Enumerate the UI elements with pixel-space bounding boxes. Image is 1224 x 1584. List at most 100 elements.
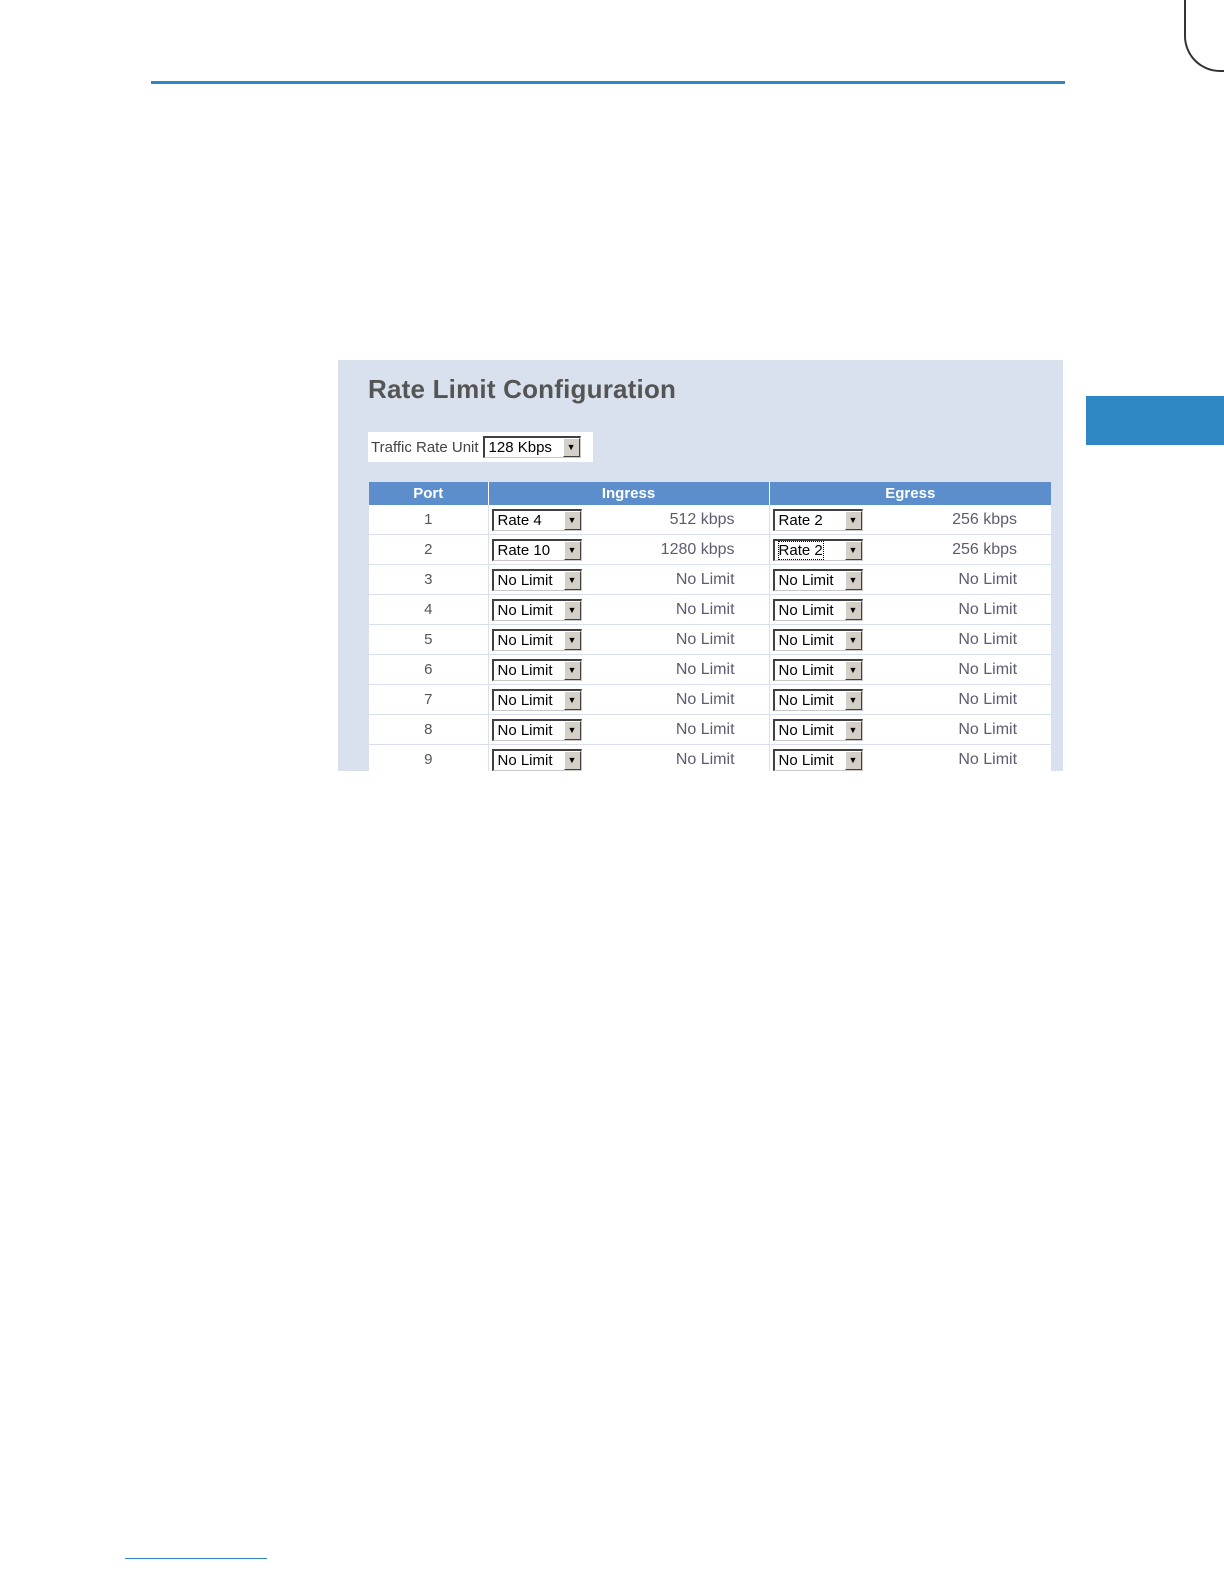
ingress-rate-value: No Limit <box>582 714 770 745</box>
egress-rate-value: No Limit <box>863 624 1052 655</box>
chevron-down-icon[interactable]: ▼ <box>844 750 862 770</box>
ingress-rate-select[interactable]: Rate 4 ▼ <box>491 508 582 531</box>
ingress-rate-value-text: No Limit <box>675 690 735 708</box>
footer-rule <box>125 1558 267 1559</box>
rate-limit-panel: Rate Limit Configuration Traffic Rate Un… <box>338 360 1063 771</box>
table-row: 3 No Limit ▼ No Limit No Limit ▼ No Limi… <box>369 564 1052 595</box>
traffic-rate-unit-value: 128 Kbps <box>488 439 552 456</box>
chevron-down-icon[interactable]: ▼ <box>844 600 862 620</box>
egress-rate-select-value: No Limit <box>775 691 845 710</box>
port-number: 1 <box>369 505 489 535</box>
ingress-column-header: Ingress <box>488 482 770 505</box>
ingress-rate-cell: No Limit ▼ <box>488 714 582 745</box>
egress-rate-select[interactable]: No Limit ▼ <box>772 658 863 681</box>
ingress-rate-select-text: No Limit <box>497 661 553 679</box>
egress-rate-select[interactable]: No Limit ▼ <box>772 688 863 711</box>
egress-rate-select[interactable]: No Limit ▼ <box>772 628 863 651</box>
chevron-down-icon[interactable]: ▼ <box>844 540 862 560</box>
egress-rate-value-text: No Limit <box>958 660 1018 678</box>
egress-rate-cell: No Limit ▼ <box>769 654 864 685</box>
egress-rate-select[interactable]: Rate 2 ▼ <box>772 538 863 561</box>
ingress-rate-select-value: Rate 10 <box>494 541 564 560</box>
port-number-text: 4 <box>424 601 433 618</box>
ingress-rate-cell: No Limit ▼ <box>488 684 582 715</box>
table-row: 1 Rate 4 ▼ 512 kbps Rate 2 ▼ 256 kbps <box>369 505 1052 535</box>
ingress-rate-select[interactable]: No Limit ▼ <box>491 718 582 741</box>
chevron-down-icon[interactable]: ▼ <box>844 570 862 590</box>
ingress-rate-select[interactable]: No Limit ▼ <box>491 688 582 711</box>
port-column-header: Port <box>369 482 489 505</box>
ingress-rate-select-value: No Limit <box>494 661 564 680</box>
egress-rate-select-value: No Limit <box>775 661 845 680</box>
ingress-rate-value-text: No Limit <box>675 570 735 588</box>
chevron-down-icon[interactable]: ▼ <box>844 720 862 740</box>
egress-rate-value-text: No Limit <box>958 600 1018 618</box>
chevron-down-icon[interactable]: ▼ <box>563 720 581 740</box>
chevron-down-icon[interactable]: ▼ <box>563 630 581 650</box>
ingress-rate-value: No Limit <box>582 594 770 625</box>
egress-rate-value: 256 kbps <box>863 534 1052 565</box>
egress-rate-select[interactable]: No Limit ▼ <box>772 748 863 771</box>
egress-rate-cell: No Limit ▼ <box>769 624 864 655</box>
chevron-down-icon[interactable]: ▼ <box>563 660 581 680</box>
egress-rate-select-text: No Limit <box>778 601 834 619</box>
table-row: 5 No Limit ▼ No Limit No Limit ▼ No Limi… <box>369 624 1052 655</box>
egress-rate-select[interactable]: No Limit ▼ <box>772 718 863 741</box>
port-number-text: 9 <box>424 751 433 768</box>
port-number-text: 8 <box>424 721 433 738</box>
ingress-rate-select-value: No Limit <box>494 691 564 710</box>
chevron-down-icon[interactable]: ▼ <box>844 660 862 680</box>
traffic-rate-unit-row: Traffic Rate Unit 128 Kbps ▼ <box>368 432 593 462</box>
ingress-rate-select[interactable]: No Limit ▼ <box>491 658 582 681</box>
egress-rate-select-value: Rate 2 <box>775 511 845 530</box>
ingress-rate-cell: No Limit ▼ <box>488 594 582 625</box>
chevron-down-icon[interactable]: ▼ <box>844 510 862 530</box>
chevron-down-icon[interactable]: ▼ <box>563 750 581 770</box>
chevron-down-icon[interactable]: ▼ <box>563 510 581 530</box>
ingress-rate-cell: No Limit ▼ <box>488 744 582 771</box>
egress-rate-select[interactable]: No Limit ▼ <box>772 598 863 621</box>
ingress-rate-select[interactable]: No Limit ▼ <box>491 628 582 651</box>
chevron-down-icon[interactable]: ▼ <box>563 600 581 620</box>
ingress-rate-select-text: Rate 4 <box>497 511 542 529</box>
table-row: 6 No Limit ▼ No Limit No Limit ▼ No Limi… <box>369 654 1052 685</box>
chevron-down-icon[interactable]: ▼ <box>844 630 862 650</box>
egress-rate-select[interactable]: Rate 2 ▼ <box>772 508 863 531</box>
page-corner-decoration <box>1184 0 1224 72</box>
egress-rate-cell: No Limit ▼ <box>769 684 864 715</box>
egress-rate-value-text: No Limit <box>958 570 1018 588</box>
egress-rate-value-text: No Limit <box>958 720 1018 738</box>
ingress-rate-value-text: No Limit <box>675 600 735 618</box>
ingress-rate-value: No Limit <box>582 684 770 715</box>
chevron-down-icon[interactable]: ▼ <box>562 438 580 457</box>
ingress-rate-value-text: No Limit <box>675 660 735 678</box>
egress-rate-select-value: No Limit <box>775 631 845 650</box>
egress-rate-select-text: No Limit <box>778 751 834 769</box>
port-number: 3 <box>369 564 489 595</box>
ingress-rate-value: No Limit <box>582 564 770 595</box>
ingress-rate-value-text: No Limit <box>675 720 735 738</box>
ingress-rate-select-value: No Limit <box>494 571 564 590</box>
ingress-rate-select[interactable]: No Limit ▼ <box>491 568 582 591</box>
ingress-rate-select[interactable]: Rate 10 ▼ <box>491 538 582 561</box>
chevron-down-icon[interactable]: ▼ <box>563 570 581 590</box>
egress-rate-value: No Limit <box>863 564 1052 595</box>
chevron-down-icon[interactable]: ▼ <box>563 540 581 560</box>
ingress-rate-value: No Limit <box>582 744 770 771</box>
ingress-rate-select-value: No Limit <box>494 601 564 620</box>
egress-rate-value: No Limit <box>863 744 1052 771</box>
chevron-down-icon[interactable]: ▼ <box>563 690 581 710</box>
egress-rate-cell: No Limit ▼ <box>769 564 864 595</box>
ingress-rate-select[interactable]: No Limit ▼ <box>491 748 582 771</box>
table-row: 7 No Limit ▼ No Limit No Limit ▼ No Limi… <box>369 684 1052 715</box>
page-title: Rate Limit Configuration <box>368 374 677 404</box>
ingress-rate-value-text: 512 kbps <box>669 510 735 528</box>
chevron-down-icon[interactable]: ▼ <box>844 690 862 710</box>
egress-rate-cell: No Limit ▼ <box>769 594 864 625</box>
ingress-rate-select[interactable]: No Limit ▼ <box>491 598 582 621</box>
ingress-rate-select-text: Rate 10 <box>497 541 551 559</box>
ingress-rate-select-text: No Limit <box>497 751 553 769</box>
traffic-rate-unit-select[interactable]: 128 Kbps ▼ <box>482 436 581 458</box>
ingress-rate-value: 1280 kbps <box>582 534 770 565</box>
egress-rate-select[interactable]: No Limit ▼ <box>772 568 863 591</box>
